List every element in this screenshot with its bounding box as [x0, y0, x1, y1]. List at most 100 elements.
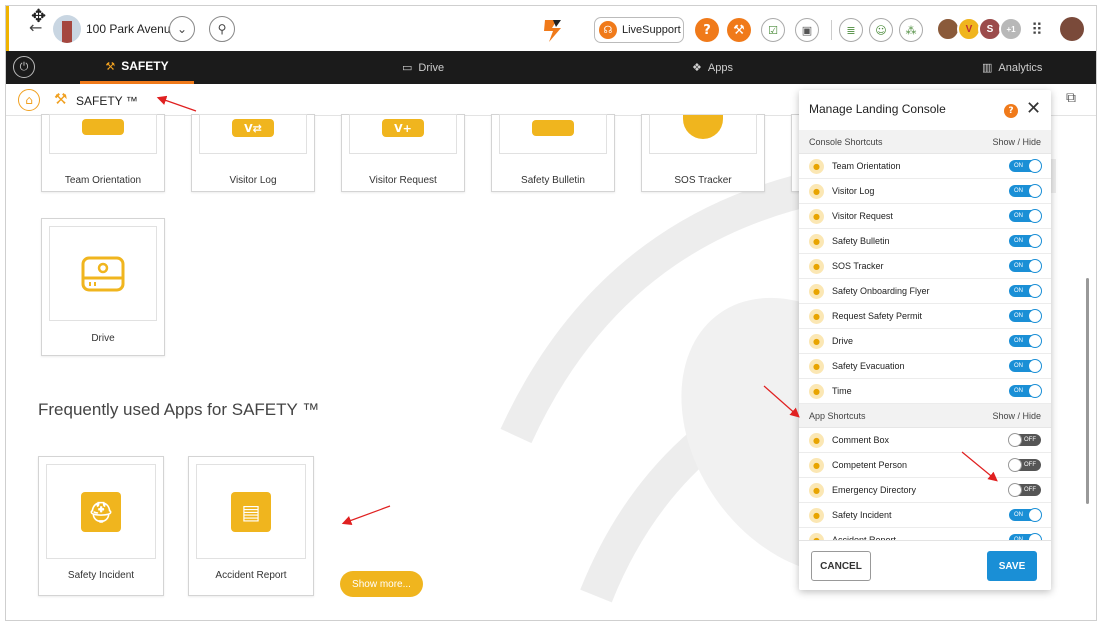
app-shortcut-row: ● Accident Report ON — [799, 528, 1051, 540]
close-icon[interactable]: ✕ — [1026, 98, 1041, 119]
location-name[interactable]: 100 Park Avenue — [86, 22, 177, 36]
toggle-knob — [1028, 209, 1042, 223]
show-hide-toggle[interactable]: ON — [1009, 159, 1042, 173]
console-shortcut-row: ● Team Orientation ON — [799, 154, 1051, 179]
nav-tab-apps[interactable]: ❖ Apps — [692, 51, 733, 84]
nav-tab-safety[interactable]: ⚒ SAFETY — [80, 51, 194, 84]
show-hide-toggle[interactable]: OFF — [1008, 483, 1041, 497]
show-hide-toggle[interactable]: ON — [1009, 508, 1042, 522]
app-shortcut-row: ● Emergency Directory OFF — [799, 478, 1051, 503]
show-hide-toggle[interactable]: OFF — [1008, 458, 1041, 472]
drive-icon — [81, 256, 125, 291]
nav-tab-analytics[interactable]: ▥ Analytics — [982, 51, 1042, 84]
toggle-knob — [1028, 334, 1042, 348]
shortcut-icon: ● — [809, 383, 824, 399]
more-users-badge[interactable]: +1 — [999, 17, 1023, 41]
page-scrollbar[interactable] — [1086, 278, 1089, 504]
shortcut-icon: ● — [809, 457, 824, 473]
user-initial: S — [986, 23, 994, 35]
show-hide-toggle[interactable]: ON — [1009, 234, 1042, 248]
toggle-state: ON — [1014, 188, 1023, 194]
show-hide-toggle[interactable]: ON — [1009, 209, 1042, 223]
safety-tool-button[interactable]: ⚒ — [727, 18, 751, 42]
tile-label: Safety Incident — [67, 570, 135, 581]
tile-label: Accident Report — [215, 570, 287, 581]
toggle-knob — [1008, 483, 1022, 497]
help-button[interactable]: ? — [695, 18, 719, 42]
show-hide-toggle[interactable]: ON — [1009, 384, 1042, 398]
tile-safety-bulletin[interactable]: Safety Bulletin — [491, 114, 615, 192]
help-icon: ? — [703, 22, 711, 38]
tile-icon-frame — [499, 114, 607, 154]
profile-avatar[interactable] — [1060, 17, 1084, 41]
tile-label: SOS Tracker — [674, 175, 732, 186]
help-icon[interactable]: ? — [1004, 104, 1018, 118]
shortcut-icon: ● — [809, 283, 824, 299]
shortcut-list[interactable]: Console Shortcuts Show / Hide ● Team Orie… — [799, 130, 1051, 540]
manage-landing-console-panel: Manage Landing Console ? ✕ Console Short… — [799, 90, 1051, 590]
open-external-icon[interactable]: ⧉ — [1066, 90, 1076, 106]
page-title: SAFETY ™ — [76, 94, 138, 108]
show-hide-toggle[interactable]: ON — [1009, 184, 1042, 198]
tile-icon-frame — [649, 114, 757, 154]
console-shortcut-label: Team Orientation — [832, 161, 901, 171]
console-shortcut-row: ● Time ON — [799, 379, 1051, 404]
tile-sos-tracker[interactable]: SOS Tracker — [641, 114, 765, 192]
show-more-button[interactable]: Show more... — [340, 571, 423, 597]
app-tile-safety-incident[interactable]: ⛑ Safety Incident — [38, 456, 164, 596]
tile-team-orientation[interactable]: Team Orientation — [41, 114, 165, 192]
search-button[interactable]: ⚲ — [209, 16, 235, 42]
save-button[interactable]: SAVE — [987, 551, 1037, 581]
tile-visitor-request[interactable]: V+ Visitor Request — [341, 114, 465, 192]
home-icon[interactable]: ⌂ — [18, 89, 40, 111]
console-shortcuts-label: Console Shortcuts — [809, 136, 883, 147]
console-shortcuts-header: Console Shortcuts Show / Hide — [799, 130, 1051, 154]
nav-tab-drive[interactable]: ▭ Drive — [402, 51, 444, 84]
tile-icon-frame: V+ — [349, 114, 457, 154]
tile-icon-frame: ⛑ — [46, 464, 156, 559]
app-window: ← ✥ 100 Park Avenue ⌄ ⚲ ☊ LiveSupport ? … — [5, 5, 1097, 621]
visitor-request-icon: V+ — [382, 119, 424, 137]
shortcut-icon: ● — [809, 158, 824, 174]
console-shortcut-label: Time — [832, 386, 852, 396]
tile-visitor-log[interactable]: V⇄ Visitor Log — [191, 114, 315, 192]
console-shortcut-row: ● Visitor Log ON — [799, 179, 1051, 204]
show-hide-label: Show / Hide — [992, 410, 1041, 421]
cancel-button[interactable]: CANCEL — [811, 551, 871, 581]
nav-home-icon[interactable]: ⏻ — [13, 56, 35, 78]
console-shortcut-row: ● Request Safety Permit ON — [799, 304, 1051, 329]
main-nav: ⏻ ⚒ SAFETY ▭ Drive ❖ Apps ▥ Analytics — [6, 51, 1096, 84]
sos-tracker-icon — [683, 115, 723, 139]
chat-button[interactable]: ☺ — [869, 18, 893, 42]
apps-grid-icon[interactable]: ⠿ — [1031, 20, 1043, 39]
annotation-arrow-tiles — [341, 505, 391, 526]
show-hide-toggle[interactable]: ON — [1009, 359, 1042, 373]
safety-bulletin-icon — [532, 120, 574, 136]
app-shortcut-row: ● Safety Incident ON — [799, 503, 1051, 528]
location-dropdown-button[interactable]: ⌄ — [169, 16, 195, 42]
show-hide-toggle[interactable]: ON — [1009, 259, 1042, 273]
toggle-state: ON — [1014, 288, 1023, 294]
shortcut-icon: ● — [809, 258, 824, 274]
tile-drive[interactable]: Drive — [41, 218, 165, 356]
team-button[interactable]: ⁂ — [899, 18, 923, 42]
voucher-button[interactable]: ▣ — [795, 18, 819, 42]
show-hide-toggle[interactable]: ON — [1009, 284, 1042, 298]
toggle-knob — [1028, 508, 1042, 522]
team-icon: ⁂ — [905, 23, 917, 37]
live-support-button[interactable]: ☊ LiveSupport — [594, 17, 684, 43]
show-hide-toggle[interactable]: OFF — [1008, 433, 1041, 447]
show-hide-toggle[interactable]: ON — [1009, 309, 1042, 323]
tile-label: Visitor Request — [369, 175, 437, 186]
headset-icon: ☊ — [599, 21, 617, 39]
brand-logo-icon[interactable] — [539, 16, 567, 44]
toggle-knob — [1028, 533, 1042, 540]
checklist-button[interactable]: ☑ — [761, 18, 785, 42]
toggle-knob — [1028, 384, 1042, 398]
notes-button[interactable]: ≣ — [839, 18, 863, 42]
hammer-icon: ⚒ — [105, 59, 116, 73]
app-tile-accident-report[interactable]: ▤ Accident Report — [188, 456, 314, 596]
console-shortcut-label: Drive — [832, 336, 854, 346]
show-hide-toggle[interactable]: ON — [1009, 334, 1042, 348]
console-shortcut-label: Safety Evacuation — [832, 361, 905, 371]
